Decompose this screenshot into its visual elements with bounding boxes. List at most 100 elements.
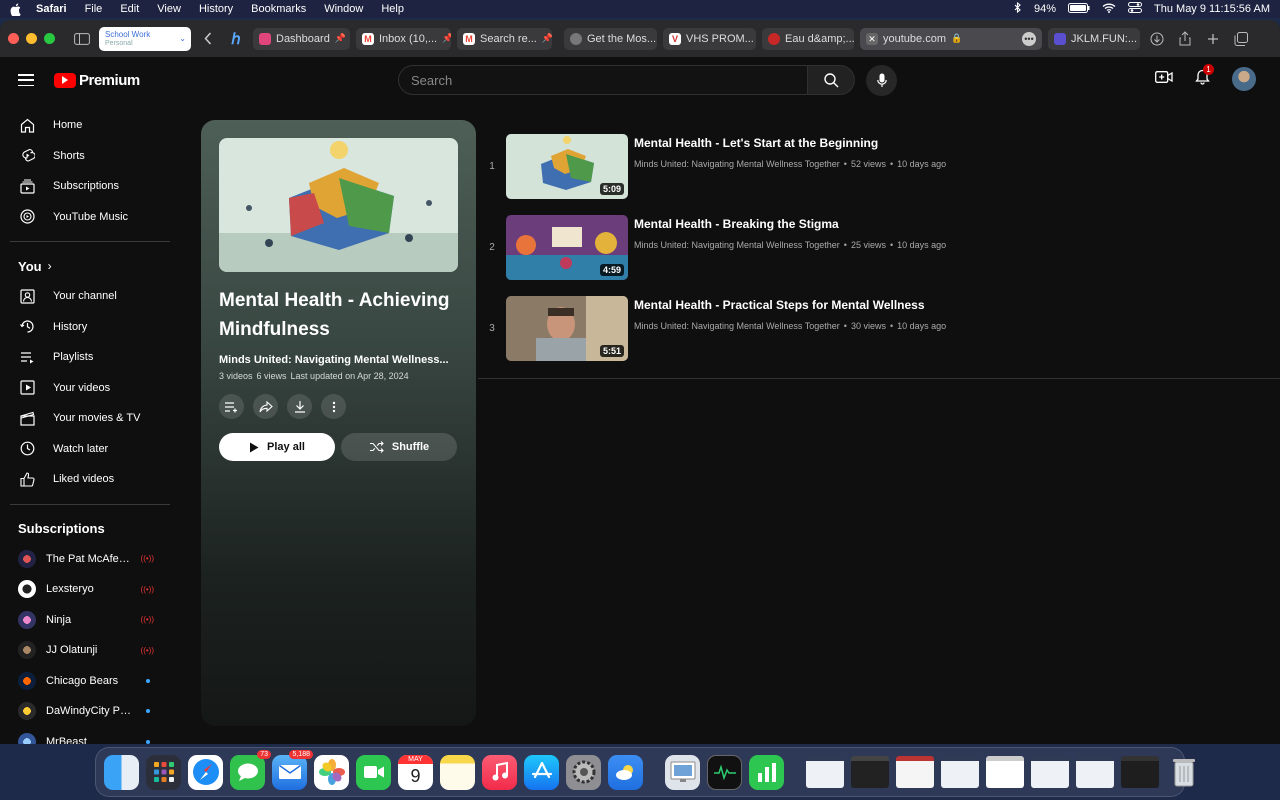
sidebar-item-watch-later[interactable]: Watch later: [10, 434, 170, 465]
more-icon[interactable]: •••: [1022, 31, 1036, 46]
voice-search-button[interactable]: [866, 65, 897, 96]
tab-eau[interactable]: Eau d&amp;...: [762, 27, 854, 50]
minimized-window-thumbnail[interactable]: [896, 756, 934, 788]
video-thumbnail[interactable]: 4:59: [506, 215, 628, 280]
subscription-item[interactable]: MrBeast: [10, 727, 170, 744]
music-icon[interactable]: [482, 754, 517, 790]
back-icon[interactable]: [197, 28, 219, 50]
search-button[interactable]: [807, 65, 855, 95]
menu-history[interactable]: History: [199, 3, 233, 15]
playlist-thumbnail[interactable]: [219, 138, 458, 272]
menu-file[interactable]: File: [85, 3, 103, 15]
menu-help[interactable]: Help: [381, 3, 404, 15]
calendar-icon[interactable]: MAY 9: [398, 754, 433, 790]
weather-icon[interactable]: [608, 754, 643, 790]
tab-search[interactable]: M Search re... 📌: [457, 27, 552, 50]
minimize-window-button[interactable]: [26, 33, 37, 44]
tab-jklm[interactable]: JKLM.FUN:...: [1048, 27, 1140, 50]
subscription-item[interactable]: Lexsteryo ((•)): [10, 574, 170, 605]
photos-icon[interactable]: [314, 754, 349, 790]
menu-bookmarks[interactable]: Bookmarks: [251, 3, 306, 15]
subscription-item[interactable]: DaWindyCity Pro...: [10, 696, 170, 727]
menu-edit[interactable]: Edit: [120, 3, 139, 15]
apple-icon[interactable]: [10, 3, 22, 16]
sidebar-item-shorts[interactable]: Shorts: [10, 141, 170, 172]
sidebar-toggle-icon[interactable]: [71, 28, 93, 50]
sidebar-you-header[interactable]: You ›: [10, 251, 170, 281]
notifications-button[interactable]: 1: [1195, 63, 1214, 90]
sidebar-item-liked-videos[interactable]: Liked videos: [10, 464, 170, 495]
clock[interactable]: Thu May 9 11:15:56 AM: [1154, 3, 1270, 15]
minimized-window-thumbnail[interactable]: [1031, 756, 1069, 788]
extension-icon[interactable]: ℎ: [225, 28, 247, 50]
battery-icon[interactable]: [1068, 2, 1090, 16]
close-window-button[interactable]: [8, 33, 19, 44]
share-button[interactable]: [253, 394, 278, 419]
video-title[interactable]: Mental Health - Practical Steps for Ment…: [634, 298, 946, 312]
menu-icon[interactable]: [18, 74, 34, 86]
activity-monitor-icon[interactable]: [707, 754, 742, 790]
youtube-premium-logo[interactable]: Premium: [54, 72, 140, 89]
profile-switcher[interactable]: School Work Personal ⌄: [99, 26, 191, 51]
sidebar-item-history[interactable]: History: [10, 312, 170, 343]
video-channel[interactable]: Minds United: Navigating Mental Wellness…: [634, 240, 840, 250]
preview-icon[interactable]: [665, 754, 700, 790]
menu-view[interactable]: View: [157, 3, 181, 15]
sidebar-item-youtube-music[interactable]: YouTube Music: [10, 202, 170, 233]
sidebar-item-home[interactable]: Home: [10, 110, 170, 141]
video-row[interactable]: 1 5:09 Mental Health - Let's Start at th…: [478, 130, 1280, 211]
bluetooth-icon[interactable]: [1014, 1, 1022, 16]
account-avatar[interactable]: [1232, 67, 1256, 91]
menu-window[interactable]: Window: [324, 3, 363, 15]
facetime-icon[interactable]: [356, 754, 391, 790]
zoom-window-button[interactable]: [44, 33, 55, 44]
video-channel[interactable]: Minds United: Navigating Mental Wellness…: [634, 159, 840, 169]
trash-icon[interactable]: [1166, 755, 1201, 790]
subscription-item[interactable]: Ninja ((•)): [10, 605, 170, 636]
finder-icon[interactable]: [104, 754, 139, 790]
video-channel[interactable]: Minds United: Navigating Mental Wellness…: [634, 321, 840, 331]
video-title[interactable]: Mental Health - Let's Start at the Begin…: [634, 136, 946, 150]
notes-icon[interactable]: [440, 754, 475, 790]
shuffle-button[interactable]: Shuffle: [341, 433, 457, 461]
create-video-icon[interactable]: [1155, 70, 1173, 89]
tab-youtube[interactable]: ✕ youtube.com 🔒 •••: [860, 27, 1042, 50]
sidebar-item-movies-tv[interactable]: Your movies & TV: [10, 403, 170, 434]
tab-inbox[interactable]: M Inbox (10,... 📌: [356, 27, 451, 50]
video-thumbnail[interactable]: 5:09: [506, 134, 628, 199]
playlist-owner[interactable]: Minds United: Navigating Mental Wellness…: [219, 354, 458, 366]
sidebar-item-your-videos[interactable]: Your videos: [10, 373, 170, 404]
menu-safari[interactable]: Safari: [36, 3, 67, 15]
downloads-icon[interactable]: [1146, 28, 1168, 50]
minimized-window-thumbnail[interactable]: [941, 756, 979, 788]
tab-dashboard[interactable]: Dashboard 📌: [253, 27, 350, 50]
new-tab-icon[interactable]: [1202, 28, 1224, 50]
sidebar-item-your-channel[interactable]: Your channel: [10, 281, 170, 312]
minimized-window-thumbnail[interactable]: [806, 756, 844, 788]
tab-get-the-most[interactable]: Get the Mos...: [564, 27, 657, 50]
minimized-window-thumbnail[interactable]: [1076, 756, 1114, 788]
play-all-button[interactable]: Play all: [219, 433, 335, 461]
tab-vhs-prom[interactable]: V VHS PROM...: [663, 27, 756, 50]
download-button[interactable]: [287, 394, 312, 419]
control-center-icon[interactable]: [1128, 2, 1143, 16]
wifi-icon[interactable]: [1102, 3, 1116, 16]
video-row[interactable]: 3 5:51 Mental Health - Practical Steps f…: [478, 292, 1280, 373]
search-input[interactable]: [398, 65, 807, 95]
sidebar-item-playlists[interactable]: Playlists: [10, 342, 170, 373]
mail-icon[interactable]: 5,188: [272, 749, 313, 790]
minimized-window-thumbnail[interactable]: [986, 756, 1024, 788]
app-store-icon[interactable]: [524, 754, 559, 790]
more-actions-button[interactable]: [321, 394, 346, 419]
subscription-item[interactable]: JJ Olatunji ((•)): [10, 635, 170, 666]
close-tab-icon[interactable]: ✕: [866, 32, 878, 45]
sidebar-item-subscriptions[interactable]: Subscriptions: [10, 171, 170, 202]
video-thumbnail[interactable]: 5:51: [506, 296, 628, 361]
tab-overview-icon[interactable]: [1230, 28, 1252, 50]
subscription-item[interactable]: Chicago Bears: [10, 666, 170, 697]
launchpad-icon[interactable]: [146, 754, 181, 790]
video-row[interactable]: 2 4:59 Mental Health - Breaking the Stig…: [478, 211, 1280, 292]
minimized-window-thumbnail[interactable]: [1121, 756, 1159, 788]
safari-icon[interactable]: [188, 754, 223, 790]
messages-icon[interactable]: 73: [230, 749, 271, 790]
